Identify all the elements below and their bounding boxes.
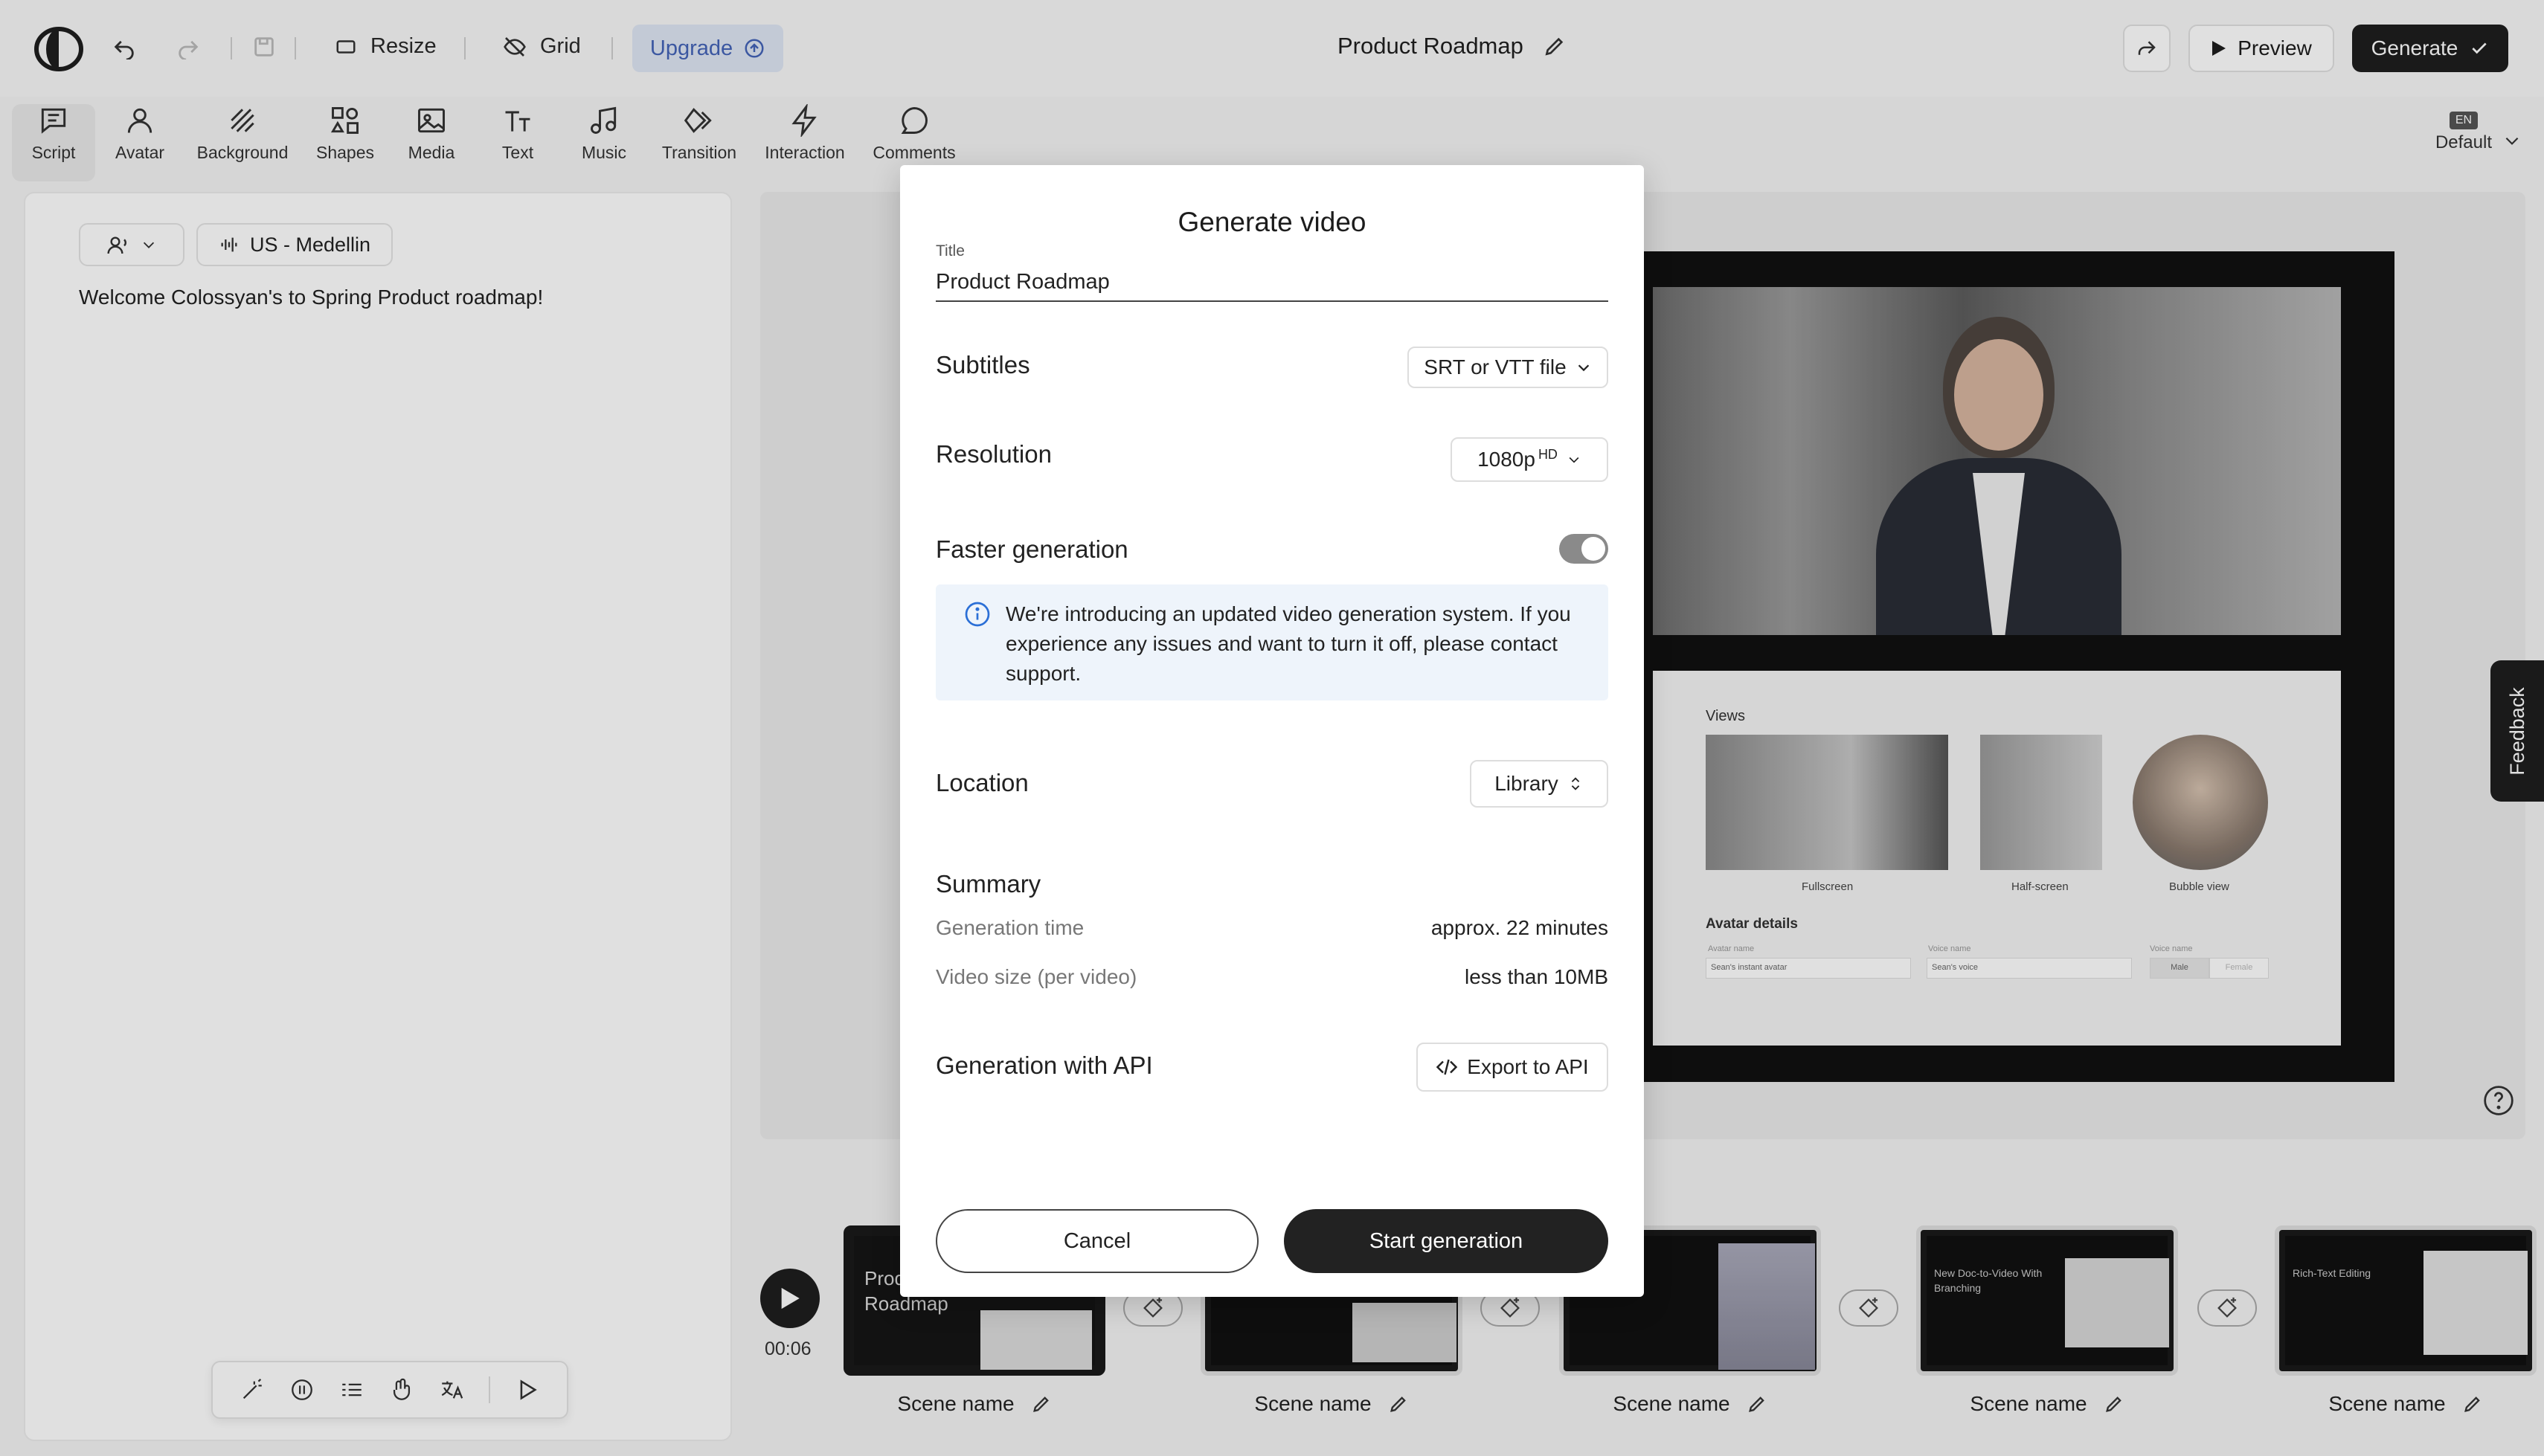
- resolution-value: 1080p: [1477, 448, 1535, 471]
- api-label: Generation with API: [936, 1051, 1153, 1079]
- subtitles-label: Subtitles: [936, 351, 1030, 379]
- resolution-select[interactable]: 1080p HD: [1451, 437, 1608, 482]
- location-label: Location: [936, 769, 1029, 796]
- generation-time-value: approx. 22 minutes: [1430, 916, 1608, 939]
- video-size-value: less than 10MB: [1465, 965, 1608, 988]
- cancel-button[interactable]: Cancel: [936, 1209, 1259, 1273]
- location-value: Library: [1494, 772, 1558, 795]
- faster-generation-toggle[interactable]: [1559, 534, 1608, 564]
- title-field-label: Title: [936, 242, 965, 260]
- summary-title: Summary: [936, 870, 1041, 898]
- resolution-label: Resolution: [936, 440, 1052, 468]
- start-generation-button[interactable]: Start generation: [1284, 1209, 1608, 1273]
- info-banner: We're introducing an updated video gener…: [936, 584, 1608, 700]
- chevron-updown-icon: [1571, 777, 1580, 790]
- info-text: We're introducing an updated video gener…: [1006, 602, 1571, 685]
- faster-generation-label: Faster generation: [936, 535, 1128, 563]
- code-icon: [1436, 1059, 1458, 1075]
- info-icon: [965, 602, 990, 627]
- export-api-button[interactable]: Export to API: [1416, 1043, 1608, 1092]
- chevron-down-icon: [1578, 364, 1589, 372]
- chevron-down-icon: [1569, 457, 1579, 463]
- subtitles-select[interactable]: SRT or VTT file: [1407, 347, 1608, 388]
- dialog-title: Generate video: [1178, 207, 1366, 237]
- export-api-label: Export to API: [1467, 1055, 1589, 1078]
- video-size-label: Video size (per video): [936, 965, 1137, 988]
- location-select[interactable]: Library: [1470, 760, 1608, 808]
- hd-badge: HD: [1538, 446, 1558, 462]
- subtitles-value: SRT or VTT file: [1424, 355, 1567, 379]
- generation-time-label: Generation time: [936, 916, 1085, 939]
- title-input[interactable]: [936, 263, 1608, 302]
- generate-video-dialog: Generate video Title Subtitles SRT or VT…: [900, 165, 1644, 1297]
